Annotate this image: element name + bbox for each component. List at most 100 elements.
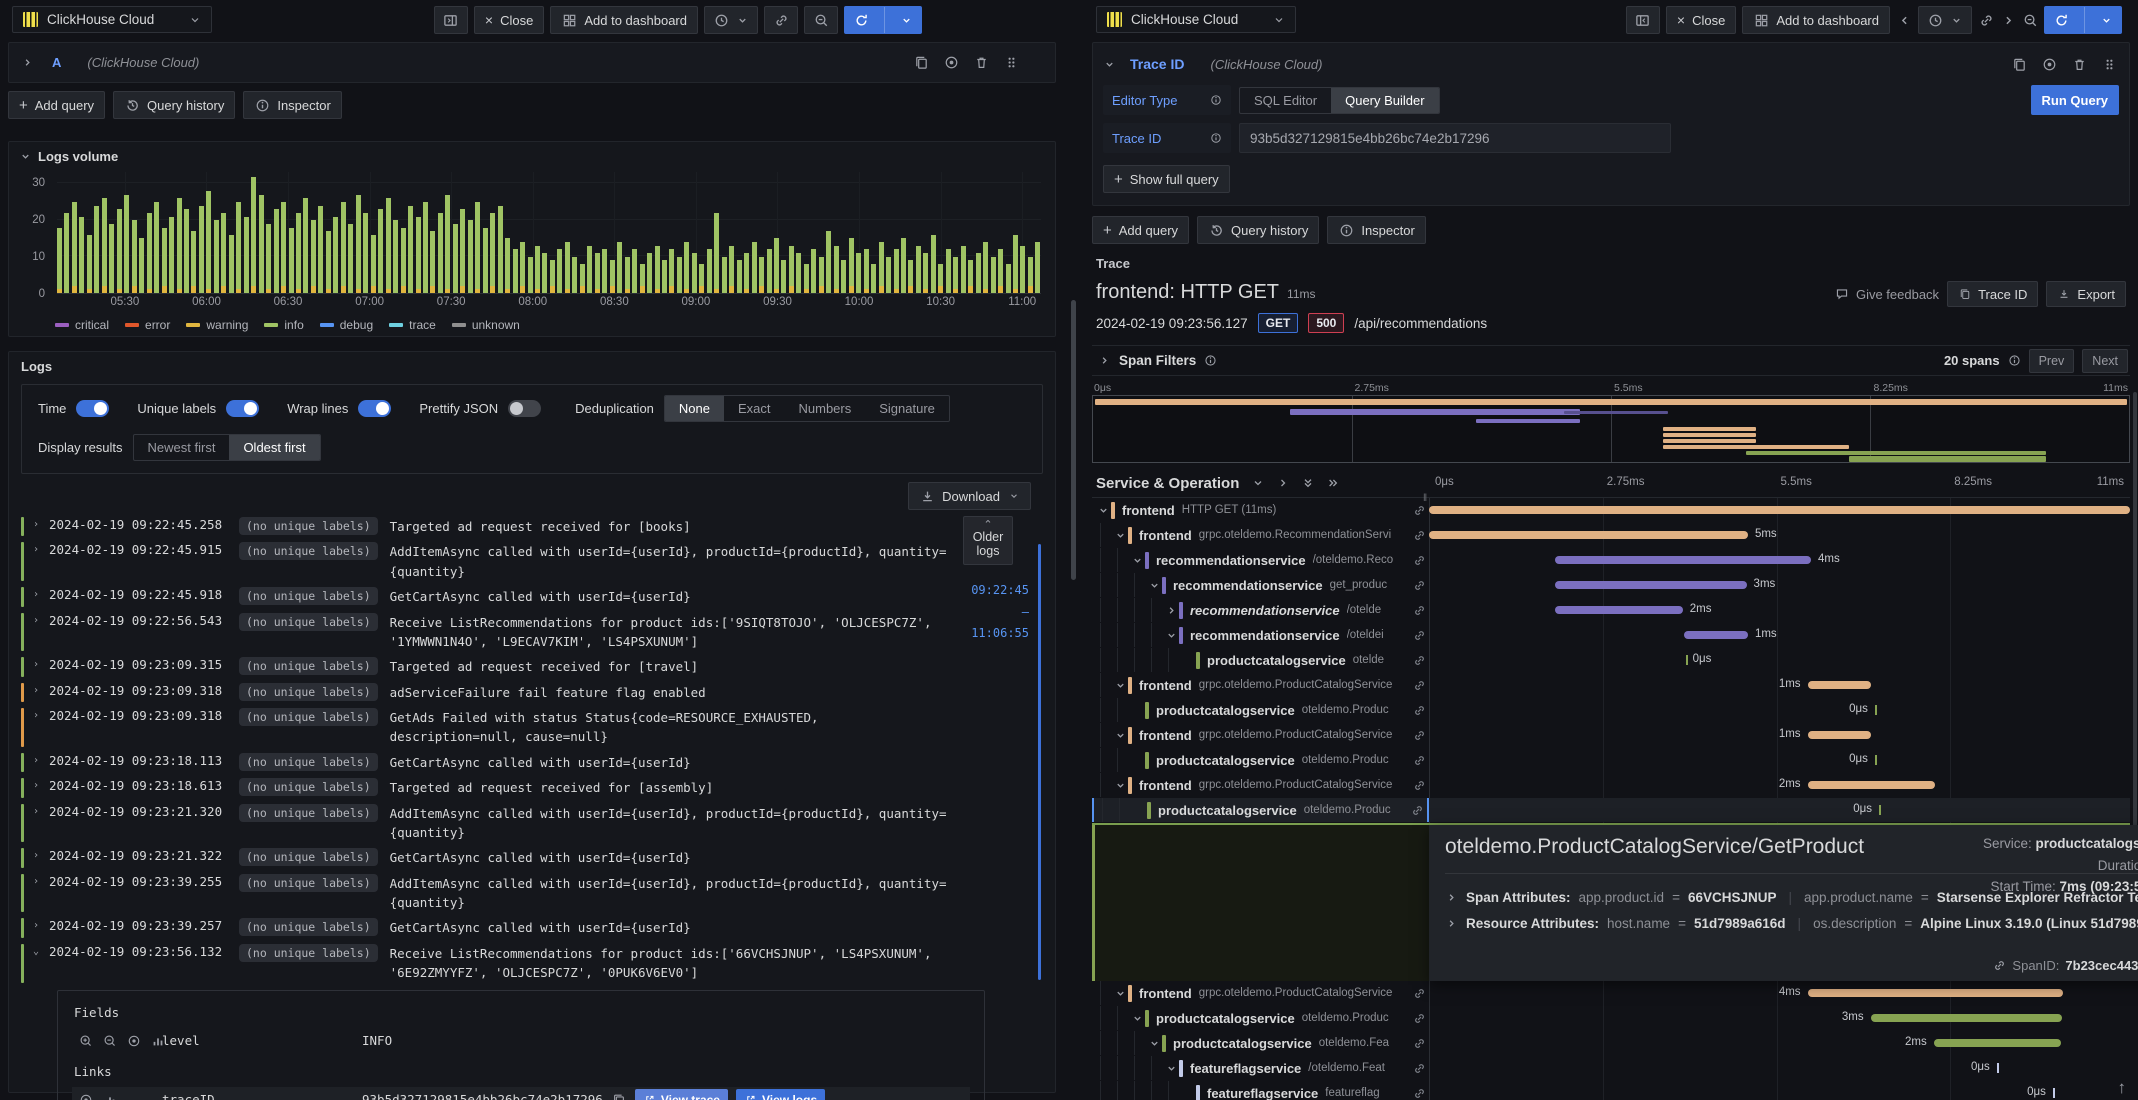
span-row-frontend[interactable]: frontend grpc.oteldemo.ProductCatalogServ… [1092, 673, 2130, 697]
volume-bar[interactable] [393, 220, 399, 293]
chevron-right-icon[interactable]: › [33, 778, 49, 797]
chevron-right-icon[interactable]: › [33, 517, 49, 536]
span-row-productcatalogservice[interactable]: productcatalogservice oteldemo.Produc 0μs [1092, 698, 2130, 722]
span-row-recommendationservice[interactable]: recommendationservice/otelde 2ms [1092, 598, 2130, 622]
volume-bar[interactable] [669, 249, 675, 293]
left-datasource-picker[interactable]: ClickHouse Cloud [12, 6, 212, 33]
volume-bar[interactable] [206, 191, 212, 293]
trace-id-input[interactable] [1239, 123, 1671, 153]
volume-bar[interactable] [654, 245, 660, 293]
chevron-down-icon[interactable] [1130, 555, 1145, 566]
span-duration-bar[interactable] [1933, 1039, 2062, 1047]
volume-bar[interactable] [691, 253, 697, 293]
volume-bar[interactable] [915, 245, 921, 293]
volume-bar[interactable] [109, 223, 115, 293]
volume-bar[interactable] [759, 256, 765, 293]
add-query-button[interactable]: + Add query [8, 91, 106, 119]
volume-bar[interactable] [998, 249, 1004, 293]
volume-bar[interactable] [639, 263, 645, 293]
volume-bar[interactable] [729, 245, 735, 293]
span-name-cell[interactable]: frontend grpc.oteldemo.ProductCatalogServ… [1092, 723, 1429, 747]
expand-one-icon[interactable] [1276, 477, 1289, 490]
span-row-frontend[interactable]: frontend grpc.oteldemo.ProductCatalogServ… [1092, 773, 2130, 797]
span-row-featureflagservice[interactable]: featureflagservice/oteldemo.Feat 0μs [1092, 1056, 2130, 1080]
span-timeline-cell[interactable]: 2ms [1429, 773, 2130, 797]
disable-query-icon[interactable] [2041, 56, 2057, 72]
volume-bar[interactable] [116, 209, 122, 293]
span-link-icon[interactable] [1413, 554, 1426, 567]
span-link-icon[interactable] [1413, 704, 1426, 717]
legend-item-trace[interactable]: trace [389, 318, 436, 332]
filter-for-value-icon[interactable] [78, 1033, 94, 1049]
span-duration-bar[interactable] [1807, 681, 1872, 689]
span-row-recommendationservice[interactable]: recommendationservice/oteldei 1ms [1092, 623, 2130, 647]
span-name-cell[interactable]: recommendationservice/oteldemo.Reco [1092, 548, 1429, 572]
volume-bar[interactable] [856, 253, 862, 293]
chevron-down-icon[interactable] [1147, 1038, 1162, 1049]
delete-query-icon[interactable] [973, 55, 989, 71]
time-range-button[interactable] [1918, 6, 1972, 34]
volume-bar[interactable] [744, 253, 750, 293]
collapse-chevron-icon[interactable] [19, 150, 32, 163]
volume-bar[interactable] [355, 194, 361, 293]
span-duration-bar[interactable] [1807, 731, 1872, 739]
span-link-icon[interactable] [1413, 1087, 1426, 1100]
close-split-icon-button[interactable] [433, 6, 468, 34]
run-refresh-button[interactable] [2044, 6, 2122, 34]
span-duration-bar[interactable] [1555, 556, 1812, 564]
volume-bar[interactable] [788, 245, 794, 293]
volume-bar[interactable] [781, 260, 787, 293]
volume-bar[interactable] [408, 205, 414, 293]
volume-bar[interactable] [535, 245, 540, 293]
span-name-cell[interactable]: frontend grpc.oteldemo.ProductCatalogServ… [1092, 981, 1429, 1005]
volume-bar[interactable] [520, 242, 526, 293]
span-duration-bar[interactable] [1807, 781, 1936, 789]
download-button[interactable]: Download [908, 482, 1031, 510]
chevron-right-icon[interactable]: › [33, 804, 49, 843]
span-duration-bar[interactable] [1555, 606, 1683, 614]
volume-bar[interactable] [333, 216, 339, 293]
volume-bar[interactable] [288, 227, 294, 293]
time-range-button[interactable] [704, 6, 758, 34]
trace-id-button[interactable]: Trace ID [1947, 281, 2039, 307]
log-row[interactable]: › 2024-02-19 09:22:45.918 (no unique label… [21, 584, 1051, 609]
volume-bar[interactable] [363, 213, 369, 293]
span-duration-bar[interactable] [1870, 1014, 2062, 1022]
chevron-down-icon[interactable]: ⌄ [33, 944, 49, 983]
volume-bar[interactable] [310, 220, 316, 293]
link-icon[interactable] [1978, 12, 1994, 28]
pane-resizer-handle[interactable] [1071, 300, 1076, 580]
volume-bar[interactable] [818, 256, 824, 293]
volume-bar[interactable] [415, 216, 421, 293]
volume-bar[interactable] [1027, 256, 1033, 293]
volume-bar[interactable] [908, 260, 914, 293]
volume-bar[interactable] [684, 242, 690, 293]
dedup-option-signature[interactable]: Signature [865, 396, 949, 421]
volume-bar[interactable] [893, 249, 899, 293]
view-trace-button[interactable]: View trace [634, 1088, 728, 1100]
volume-bar[interactable] [975, 253, 981, 293]
chevron-down-icon[interactable] [1164, 630, 1179, 641]
volume-bar[interactable] [482, 227, 488, 293]
span-timeline-cell[interactable]: 0μs [1429, 1056, 2130, 1080]
log-scroll-indicator[interactable] [1038, 544, 1041, 980]
volume-bar[interactable] [281, 202, 287, 293]
volume-bar[interactable] [572, 256, 578, 293]
volume-bar[interactable] [557, 249, 563, 293]
span-timeline-cell[interactable]: 5ms [1429, 523, 2130, 547]
volume-bar[interactable] [176, 198, 182, 293]
close-button[interactable]: × Close [473, 6, 545, 34]
span-timeline-cell[interactable]: 4ms [1429, 548, 2130, 572]
chevron-down-icon[interactable] [1103, 58, 1116, 71]
volume-bar[interactable] [841, 260, 847, 293]
chevron-right-icon[interactable]: › [33, 753, 49, 772]
export-button[interactable]: Export [2046, 281, 2126, 307]
volume-bar[interactable] [273, 209, 279, 293]
span-row-frontend[interactable]: frontend grpc.oteldemo.ProductCatalogServ… [1092, 981, 2130, 1005]
volume-bar[interactable] [900, 238, 906, 293]
time-shift-forward-icon[interactable] [2000, 12, 2016, 28]
volume-bar[interactable] [811, 249, 817, 293]
span-row-recommendationservice[interactable]: recommendationservice/oteldemo.Reco 4ms [1092, 548, 2130, 572]
volume-bar[interactable] [833, 245, 839, 293]
column-resize-handle[interactable]: ‖ [1423, 493, 1428, 504]
